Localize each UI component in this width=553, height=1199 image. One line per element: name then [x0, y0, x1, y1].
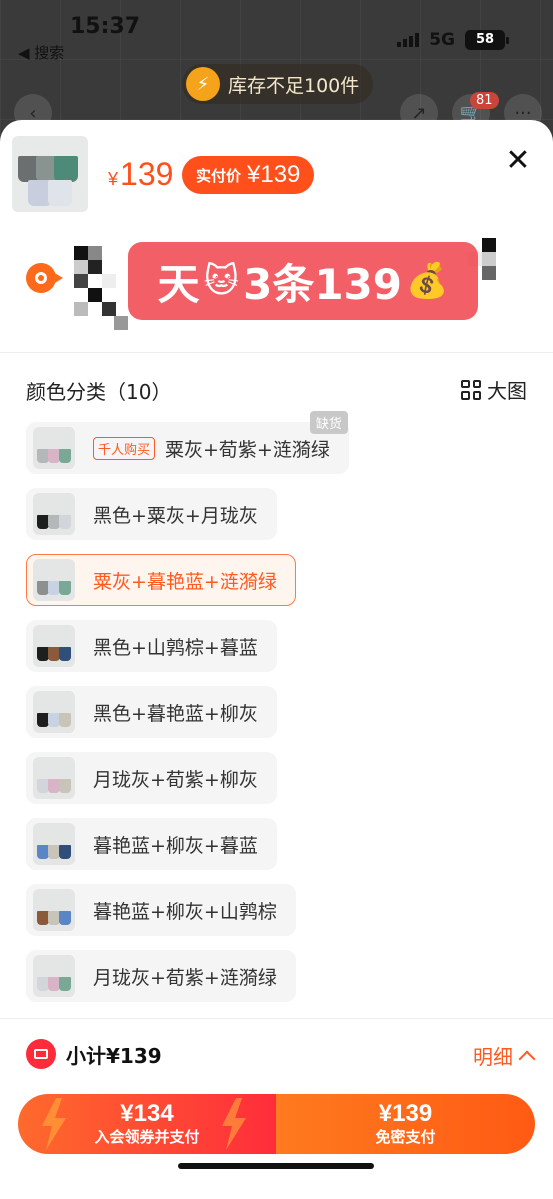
color-option[interactable]: 黑色+山鹑棕+暮蓝 [26, 620, 277, 672]
lightning-icon [222, 1098, 246, 1150]
color-option[interactable]: 黑色+粟灰+月珑灰 [26, 488, 277, 540]
ticket-icon [26, 1039, 56, 1069]
signal-icon [397, 33, 420, 47]
cat-emoji-icon: 🐱 [203, 261, 240, 301]
quick-pay-button[interactable]: ¥139 免密支付 [276, 1094, 535, 1154]
color-option-thumbnail [33, 493, 75, 535]
promo-banner: 天 🐱 3条139 💰 [128, 242, 478, 320]
battery-icon: 58 [465, 30, 509, 50]
popular-tag: 千人购买 [93, 436, 156, 460]
color-option-thumbnail [33, 823, 75, 865]
chevron-up-icon [518, 1050, 536, 1067]
color-option[interactable]: 黑色+暮艳蓝+柳灰 [26, 686, 277, 738]
bell-icon: ⚡ [186, 67, 220, 101]
color-option-thumbnail [33, 625, 75, 667]
payment-buttons: ¥134 入会领券并支付 ¥139 免密支付 [18, 1094, 535, 1154]
product-price: ¥139 [108, 156, 174, 192]
home-indicator [178, 1163, 374, 1169]
color-option-label: 暮艳蓝+柳灰+暮蓝 [93, 834, 258, 857]
color-option[interactable]: 暮艳蓝+柳灰+山鹑棕 [26, 884, 296, 936]
color-option-label: 黑色+粟灰+月珑灰 [93, 504, 258, 527]
quick-pay-amount: ¥139 [378, 1100, 433, 1127]
subtotal-text: 小计¥139 [66, 1043, 162, 1068]
subtotal: 小计¥139 [26, 1039, 162, 1069]
promo-main: 3条139 [243, 259, 403, 309]
color-option-label: 粟灰+荀紫+涟漪绿 [165, 438, 330, 461]
stock-notice: ⚡ 库存不足100件 [182, 64, 374, 104]
color-option[interactable]: 暮艳蓝+柳灰+暮蓝 [26, 818, 277, 870]
status-indicators: 5G 58 [397, 30, 509, 50]
color-option-label: 黑色+山鹑棕+暮蓝 [93, 636, 258, 659]
stock-notice-text: 库存不足100件 [228, 74, 360, 97]
detail-button[interactable]: 明细 [473, 1041, 536, 1070]
big-view-button[interactable]: 大图 [461, 375, 527, 404]
grid-icon [461, 379, 481, 400]
color-option-label: 月珑灰+荀紫+柳灰 [93, 768, 258, 791]
quick-pay-label: 免密支付 [375, 1128, 436, 1146]
money-bag-icon: 💰 [406, 261, 449, 301]
color-option-label: 粟灰+暮艳蓝+涟漪绿 [93, 570, 277, 593]
color-option[interactable]: 月珑灰+荀紫+涟漪绿 [26, 950, 296, 1002]
checkout-bar: 小计¥139 明细 ¥134 入会领券并支付 ¥139 免密支付 [0, 1018, 553, 1199]
sku-selector-sheet: ¥139 实付价 ¥139 ✕ 天 🐱 3条139 💰 颜色分类（10） 大图 [0, 120, 553, 1199]
color-option-selected[interactable]: 粟灰+暮艳蓝+涟漪绿 [26, 554, 296, 606]
color-option-thumbnail [33, 889, 75, 931]
promo-prefix: 天 [157, 259, 200, 309]
close-icon[interactable]: ✕ [503, 146, 533, 176]
color-option-label: 月珑灰+荀紫+涟漪绿 [93, 966, 277, 989]
color-option-label: 暮艳蓝+柳灰+山鹑棕 [93, 900, 277, 923]
color-option-thumbnail [33, 691, 75, 733]
back-to-search-link[interactable]: ◀ 搜索 [18, 42, 64, 63]
color-option-label: 黑色+暮艳蓝+柳灰 [93, 702, 258, 725]
member-pay-amount: ¥134 [120, 1100, 174, 1127]
final-price-badge: 实付价 ¥139 [182, 156, 315, 194]
member-pay-label: 入会领券并支付 [94, 1128, 200, 1146]
lightning-icon [42, 1098, 66, 1150]
color-option[interactable]: 千人购买 粟灰+荀紫+涟漪绿 缺货 [26, 411, 349, 474]
color-option-thumbnail [33, 427, 75, 469]
cart-count-badge: 81 [470, 92, 499, 109]
color-option-thumbnail [33, 955, 75, 997]
status-time: 15:37 [70, 14, 141, 39]
product-thumbnail[interactable] [12, 136, 88, 212]
network-type: 5G [429, 30, 455, 50]
color-category-title: 颜色分类（10） [26, 380, 172, 404]
color-option-thumbnail [33, 559, 75, 601]
color-option-thumbnail [33, 757, 75, 799]
member-coupon-pay-button[interactable]: ¥134 入会领券并支付 [18, 1094, 276, 1154]
out-of-stock-badge: 缺货 [309, 411, 348, 434]
color-option[interactable]: 月珑灰+荀紫+柳灰 [26, 752, 277, 804]
divider [0, 352, 553, 353]
location-icon [26, 263, 63, 293]
